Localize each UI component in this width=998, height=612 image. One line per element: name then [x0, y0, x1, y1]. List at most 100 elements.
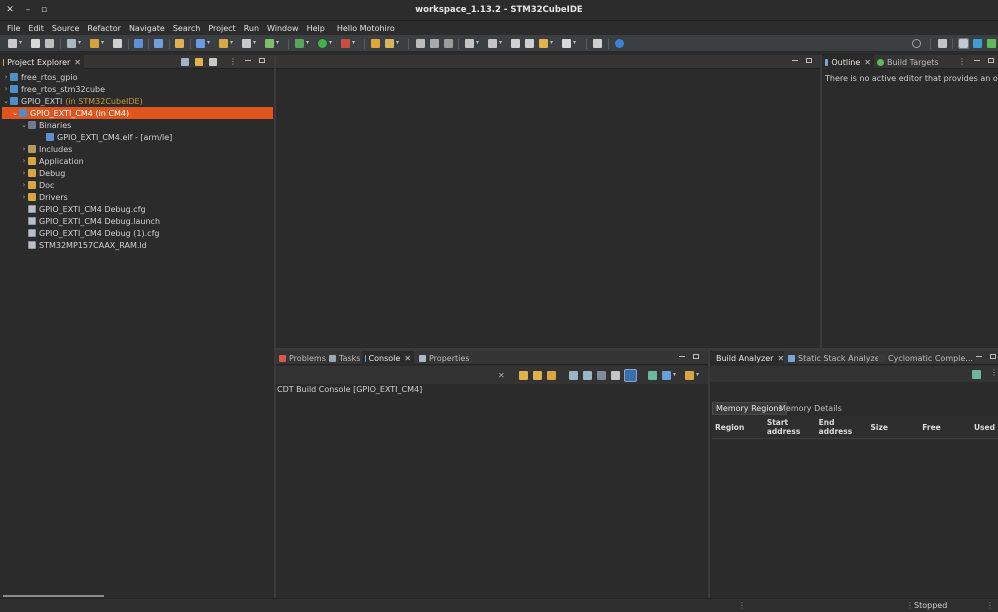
tree-item-doc[interactable]: › Doc — [20, 179, 270, 191]
copy-icon[interactable] — [583, 371, 592, 380]
forward-history-icon[interactable] — [525, 39, 534, 48]
minimize-icon[interactable] — [974, 60, 980, 61]
tree-item-drivers[interactable]: › Drivers — [20, 191, 270, 203]
chevron-down-icon[interactable]: ▾ — [306, 39, 309, 46]
minimize-icon[interactable] — [976, 356, 982, 357]
chevron-right-icon[interactable]: › — [20, 181, 28, 189]
scroll-down-icon[interactable] — [519, 371, 528, 380]
close-icon[interactable]: ✕ — [404, 354, 411, 363]
save-all-icon[interactable] — [45, 39, 54, 48]
close-icon[interactable]: ✕ — [74, 58, 81, 67]
menu-source[interactable]: Source — [48, 24, 83, 33]
tree-item-debug[interactable]: › Debug — [20, 167, 270, 179]
pin-console-icon[interactable] — [569, 371, 578, 380]
maximize-icon[interactable] — [988, 58, 994, 63]
close-icon[interactable]: ✕ — [777, 354, 784, 363]
check-icon[interactable] — [265, 39, 274, 48]
back-icon[interactable] — [539, 39, 548, 48]
tree-item-includes[interactable]: › Includes — [20, 143, 270, 155]
chevron-down-icon[interactable]: ▾ — [673, 371, 676, 378]
debug-perspective-icon[interactable] — [987, 39, 996, 48]
tree-item-application[interactable]: › Application — [20, 155, 270, 167]
chevron-down-icon[interactable]: ▾ — [207, 39, 210, 46]
filter-icon[interactable] — [209, 58, 217, 66]
tab-build-targets[interactable]: Build Targets — [874, 55, 942, 69]
pen-icon[interactable] — [385, 39, 394, 48]
chevron-down-icon[interactable]: ⌄ — [2, 97, 10, 105]
tab-build-analyzer[interactable]: Build Analyzer ✕ — [710, 351, 784, 365]
chevron-down-icon[interactable]: ⌄ — [11, 109, 19, 117]
open-type-icon[interactable] — [371, 39, 380, 48]
cpp-perspective-icon[interactable] — [958, 38, 969, 49]
tree-item-gpio-exti-cm4[interactable]: ⌄ GPIO_EXTI_CM4 (in CM4) — [2, 107, 273, 119]
document-icon[interactable] — [113, 39, 122, 48]
chevron-down-icon[interactable]: ▾ — [230, 39, 233, 46]
new-file-icon[interactable] — [242, 39, 251, 48]
chevron-down-icon[interactable]: ▾ — [352, 39, 355, 46]
device-configuration-icon[interactable] — [973, 39, 982, 48]
run-icon[interactable] — [318, 39, 327, 48]
tree-item-gpio-exti[interactable]: ⌄ GPIO_EXTI (in STM32CubeIDE) — [2, 95, 272, 107]
chevron-right-icon[interactable]: › — [20, 193, 28, 201]
globe-icon[interactable] — [154, 39, 163, 48]
folder-open-icon[interactable] — [219, 39, 228, 48]
horizontal-scrollbar[interactable] — [3, 595, 104, 597]
tab-properties[interactable]: Properties — [416, 351, 472, 365]
chevron-down-icon[interactable]: ▾ — [696, 371, 699, 378]
menu-window[interactable]: Window — [263, 24, 303, 33]
tab-problems[interactable]: Problems — [276, 351, 329, 365]
menu-refactor[interactable]: Refactor — [83, 24, 125, 33]
tab-outline[interactable]: Outline ✕ — [822, 55, 874, 69]
word-wrap-icon[interactable] — [597, 371, 606, 380]
chevron-down-icon[interactable]: ▾ — [396, 39, 399, 46]
minimize-icon[interactable] — [245, 60, 251, 61]
display-selected-icon[interactable] — [611, 371, 620, 380]
save-icon[interactable] — [31, 39, 40, 48]
chevron-down-icon[interactable]: ▾ — [476, 39, 479, 46]
display-console-icon[interactable] — [662, 371, 671, 380]
external-tools-icon[interactable] — [341, 39, 350, 48]
new-icon[interactable] — [8, 39, 17, 48]
chevron-right-icon[interactable]: › — [20, 145, 28, 153]
view-menu-icon[interactable]: ⋮ — [990, 368, 998, 377]
annotation-icon[interactable] — [465, 39, 474, 48]
build-icon[interactable] — [90, 39, 99, 48]
column-used[interactable]: Used — [970, 416, 998, 439]
tab-project-explorer[interactable]: Project Explorer ✕ — [0, 55, 84, 69]
chevron-down-icon[interactable]: ▾ — [550, 39, 553, 46]
column-region[interactable]: Region — [712, 416, 764, 439]
clear-console-icon[interactable]: ✕ — [498, 371, 505, 380]
back-history-icon[interactable] — [511, 39, 520, 48]
minimize-icon[interactable] — [792, 60, 798, 61]
next-annotation-icon[interactable] — [488, 39, 497, 48]
tree-item-linker-script[interactable]: STM32MP157CAAX_RAM.ld — [20, 239, 270, 251]
chevron-down-icon[interactable]: ▾ — [573, 39, 576, 46]
tree-item-debug-cfg[interactable]: GPIO_EXTI_CM4 Debug.cfg — [20, 203, 270, 215]
column-start-address[interactable]: Start address — [763, 416, 816, 439]
tab-static-stack-analyzer[interactable]: Static Stack Analyzer — [785, 351, 886, 365]
paragraph-icon[interactable] — [444, 39, 453, 48]
maximize-icon[interactable] — [693, 354, 699, 359]
scroll-lock-icon[interactable] — [547, 371, 556, 380]
maximize-icon[interactable] — [806, 58, 812, 63]
link-with-editor-icon[interactable] — [195, 58, 203, 66]
tab-tasks[interactable]: Tasks — [326, 351, 363, 365]
forward-icon[interactable] — [562, 39, 571, 48]
chevron-down-icon[interactable]: ▾ — [276, 39, 279, 46]
tree-item-binaries[interactable]: ⌄ Binaries — [20, 119, 270, 131]
info-icon[interactable] — [615, 39, 624, 48]
collapse-all-icon[interactable] — [181, 58, 189, 66]
minimize-icon[interactable] — [679, 356, 685, 357]
chevron-down-icon[interactable]: ▾ — [101, 39, 104, 46]
open-perspective-icon[interactable] — [938, 39, 947, 48]
menu-file[interactable]: File — [3, 24, 24, 33]
new-console-icon[interactable] — [685, 371, 694, 380]
debug-icon[interactable] — [295, 39, 304, 48]
refresh-icon[interactable] — [972, 370, 981, 379]
column-free[interactable]: Free — [919, 416, 971, 439]
chevron-right-icon[interactable]: › — [20, 169, 28, 177]
open-perspective-icon[interactable] — [196, 39, 205, 48]
menu-help[interactable]: Help — [303, 24, 329, 33]
maximize-icon[interactable] — [259, 58, 265, 63]
menu-project[interactable]: Project — [204, 24, 239, 33]
